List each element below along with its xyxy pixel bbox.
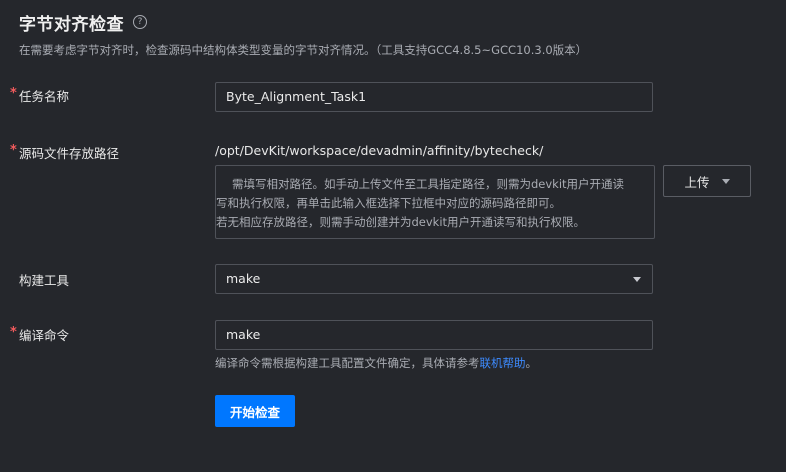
placeholder-line: 需填写相对路径。如手动上传文件至工具指定路径，则需为devkit用户开通读 (232, 177, 625, 191)
task-name-input[interactable]: Byte_Alignment_Task1 (215, 82, 653, 112)
chevron-down-icon (633, 277, 641, 282)
page-title: 字节对齐检查 (19, 14, 124, 35)
task-name-label: 任务名称 (19, 89, 70, 104)
compile-cmd-hint: 编译命令需根据构建工具配置文件确定，具体请参考联机帮助。 (215, 355, 537, 371)
help-icon[interactable]: ? (133, 15, 147, 29)
chevron-down-icon (721, 178, 730, 184)
online-help-link[interactable]: 联机帮助 (480, 356, 526, 370)
source-path-label: 源码文件存放路径 (19, 146, 120, 161)
build-tool-select[interactable]: make (215, 264, 653, 294)
source-base-path: /opt/DevKit/workspace/devadmin/affinity/… (215, 143, 544, 158)
build-tool-label: 构建工具 (19, 273, 70, 288)
required-mark-compile-cmd: * (10, 325, 17, 340)
upload-button-label: 上传 (684, 174, 710, 190)
hint-suffix: 。 (525, 356, 538, 370)
byte-alignment-page: 字节对齐检查 ? 在需要考虑字节对齐时，检查源码中结构体类型变量的字节对齐情况。… (0, 0, 786, 472)
required-mark-source-path: * (10, 143, 17, 158)
compile-cmd-label: 编译命令 (19, 328, 70, 343)
hint-text: 编译命令需根据构建工具配置文件确定，具体请参考 (215, 356, 480, 370)
compile-cmd-value: make (226, 327, 261, 342)
page-subtitle: 在需要考虑字节对齐时，检查源码中结构体类型变量的字节对齐情况。（工具支持GCC4… (19, 43, 588, 57)
source-path-textarea[interactable]: 需填写相对路径。如手动上传文件至工具指定路径，则需为devkit用户开通读 写和… (215, 165, 655, 239)
placeholder-line: 若无相应存放路径，则需手动创建并为devkit用户开通读写和执行权限。 (216, 215, 586, 229)
task-name-value: Byte_Alignment_Task1 (226, 89, 367, 104)
required-mark-task-name: * (10, 86, 17, 101)
compile-cmd-input[interactable]: make (215, 320, 653, 350)
upload-button[interactable]: 上传 (663, 165, 751, 197)
build-tool-selected: make (226, 271, 261, 286)
start-check-button[interactable]: 开始检查 (215, 395, 295, 427)
page-header: 字节对齐检查 ? (19, 9, 147, 35)
placeholder-line: 写和执行权限，再单击此输入框选择下拉框中对应的源码路径即可。 (216, 196, 561, 210)
